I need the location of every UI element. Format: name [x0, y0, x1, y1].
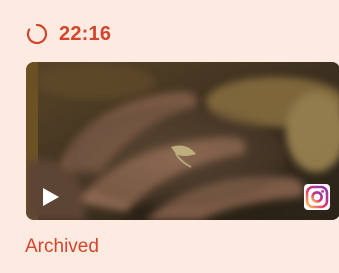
post-header: 22:16 [25, 21, 111, 47]
post-card[interactable]: 22:16 Archived [0, 0, 339, 273]
play-icon[interactable] [41, 186, 61, 208]
video-thumbnail[interactable] [26, 62, 339, 220]
post-status: Archived [25, 236, 99, 257]
thumbnail-image [26, 62, 339, 220]
loading-spinner-icon [26, 23, 48, 45]
post-time: 22:16 [59, 22, 112, 45]
instagram-icon [304, 184, 330, 210]
